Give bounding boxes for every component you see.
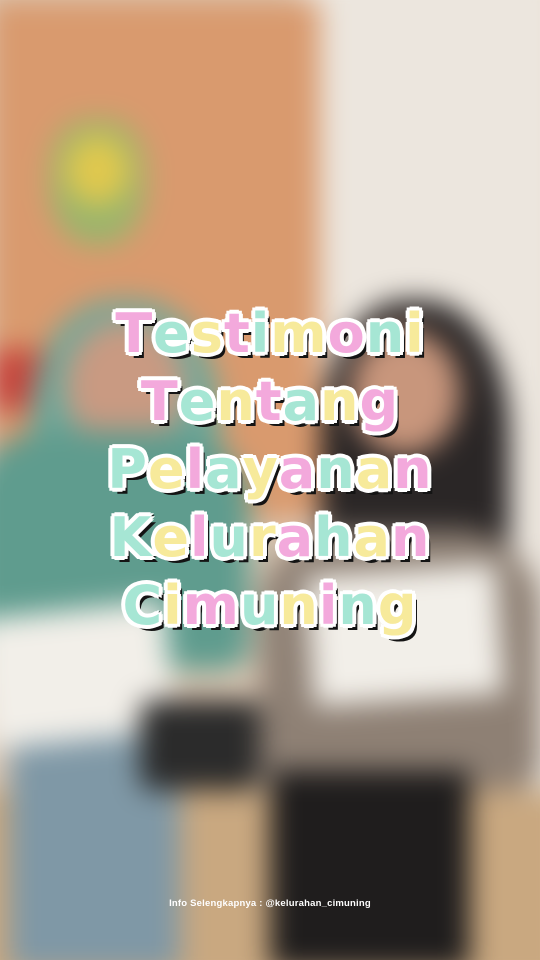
headline-letter: r bbox=[248, 505, 278, 571]
headline-letter: l bbox=[189, 505, 210, 571]
headline-letter: h bbox=[313, 505, 354, 571]
headline-letter: l bbox=[184, 437, 206, 503]
headline-letter: e bbox=[152, 301, 192, 367]
headline-letter: n bbox=[389, 505, 431, 571]
headline-letter: K bbox=[108, 505, 153, 571]
headline-letter: n bbox=[315, 437, 356, 503]
headline-letter: i bbox=[162, 573, 183, 639]
headline-letter: t bbox=[254, 369, 283, 435]
headline-line-5: Cimuning bbox=[0, 572, 540, 640]
headline-letter: T bbox=[139, 369, 179, 435]
headline-letter: u bbox=[238, 573, 280, 639]
headline-letter: i bbox=[317, 573, 339, 639]
headline-letter: a bbox=[354, 437, 394, 503]
headline-line-1: Testimoni bbox=[0, 300, 540, 368]
headline-letter: n bbox=[215, 369, 256, 435]
headline-letter: s bbox=[189, 301, 224, 367]
headline-letter: a bbox=[281, 369, 321, 435]
handbag bbox=[140, 700, 260, 790]
headline-letter: a bbox=[204, 437, 243, 503]
headline-letter: t bbox=[222, 301, 251, 367]
headline-letter: T bbox=[114, 301, 154, 367]
headline-letter: P bbox=[106, 437, 149, 503]
headline-letter: e bbox=[177, 369, 217, 435]
headline-letter: o bbox=[326, 301, 366, 367]
headline-letter: n bbox=[364, 301, 406, 367]
emblem-center bbox=[65, 135, 130, 205]
headline-letter: n bbox=[337, 573, 378, 639]
headline-line-4: Kelurahan bbox=[0, 504, 540, 572]
headline-letter: C bbox=[121, 573, 164, 639]
headline-letter: a bbox=[275, 505, 315, 571]
headline: Testimoni Tentang Pelayanan Kelurahan Ci… bbox=[0, 300, 540, 640]
footer-info: Info Selengkapnya : @kelurahan_cimuning bbox=[169, 898, 371, 909]
headline-letter: a bbox=[352, 505, 391, 571]
person-right-legs bbox=[270, 770, 470, 960]
headline-letter: n bbox=[319, 369, 360, 435]
headline-line-3: Pelayanan bbox=[0, 436, 540, 504]
headline-letter: i bbox=[249, 301, 271, 367]
headline-letter: e bbox=[151, 505, 191, 571]
headline-letter: n bbox=[278, 573, 319, 639]
headline-letter: y bbox=[241, 437, 279, 503]
headline-letter: n bbox=[392, 437, 433, 503]
headline-letter: a bbox=[277, 437, 317, 503]
headline-letter: i bbox=[404, 301, 425, 367]
headline-letter: g bbox=[358, 369, 400, 435]
headline-letter: m bbox=[181, 573, 240, 639]
headline-letter: m bbox=[269, 301, 328, 367]
headline-letter: e bbox=[146, 437, 186, 503]
headline-letter: g bbox=[376, 573, 418, 639]
headline-letter: u bbox=[208, 505, 249, 571]
headline-line-2: Tentang bbox=[0, 368, 540, 436]
